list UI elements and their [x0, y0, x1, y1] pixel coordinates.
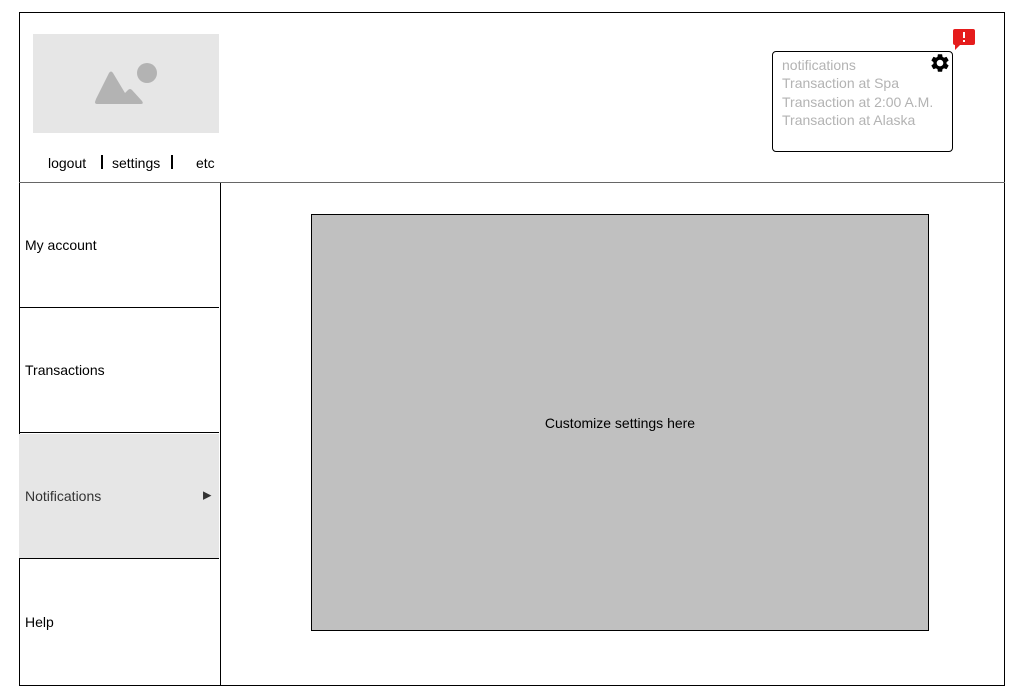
alert-icon[interactable] — [953, 29, 975, 50]
settings-link[interactable]: settings — [112, 155, 160, 171]
sidebar-item-label: My account — [25, 237, 97, 253]
link-separator — [101, 155, 103, 169]
sidebar-item-label: Transactions — [25, 362, 105, 378]
sidebar-item-label: Notifications — [25, 488, 102, 504]
notifications-title: notifications — [782, 57, 856, 73]
logo-image-placeholder — [33, 34, 219, 133]
triangle-right-icon: ▶ — [203, 489, 212, 502]
notification-item[interactable]: Transaction at 2:00 A.M. — [782, 94, 933, 111]
sidebar-item-help[interactable]: Help — [19, 559, 219, 685]
settings-content-area[interactable]: Customize settings here — [311, 214, 929, 631]
sidebar: My account Transactions Notifications ▶ … — [19, 183, 221, 685]
sidebar-item-transactions[interactable]: Transactions — [19, 308, 219, 433]
image-placeholder-icon — [95, 63, 157, 104]
logout-link[interactable]: logout — [48, 155, 86, 171]
sidebar-item-label: Help — [25, 614, 54, 630]
notification-item[interactable]: Transaction at Alaska — [782, 112, 915, 129]
sidebar-item-notifications[interactable]: Notifications ▶ — [19, 434, 219, 559]
notifications-panel: notifications Transaction at Spa Transac… — [772, 51, 953, 152]
etc-link[interactable]: etc — [196, 155, 215, 171]
notification-item[interactable]: Transaction at Spa — [782, 75, 899, 92]
content-placeholder-text: Customize settings here — [544, 414, 696, 431]
link-separator — [171, 155, 173, 169]
sidebar-item-my-account[interactable]: My account — [19, 183, 219, 308]
gear-icon[interactable] — [929, 52, 951, 74]
